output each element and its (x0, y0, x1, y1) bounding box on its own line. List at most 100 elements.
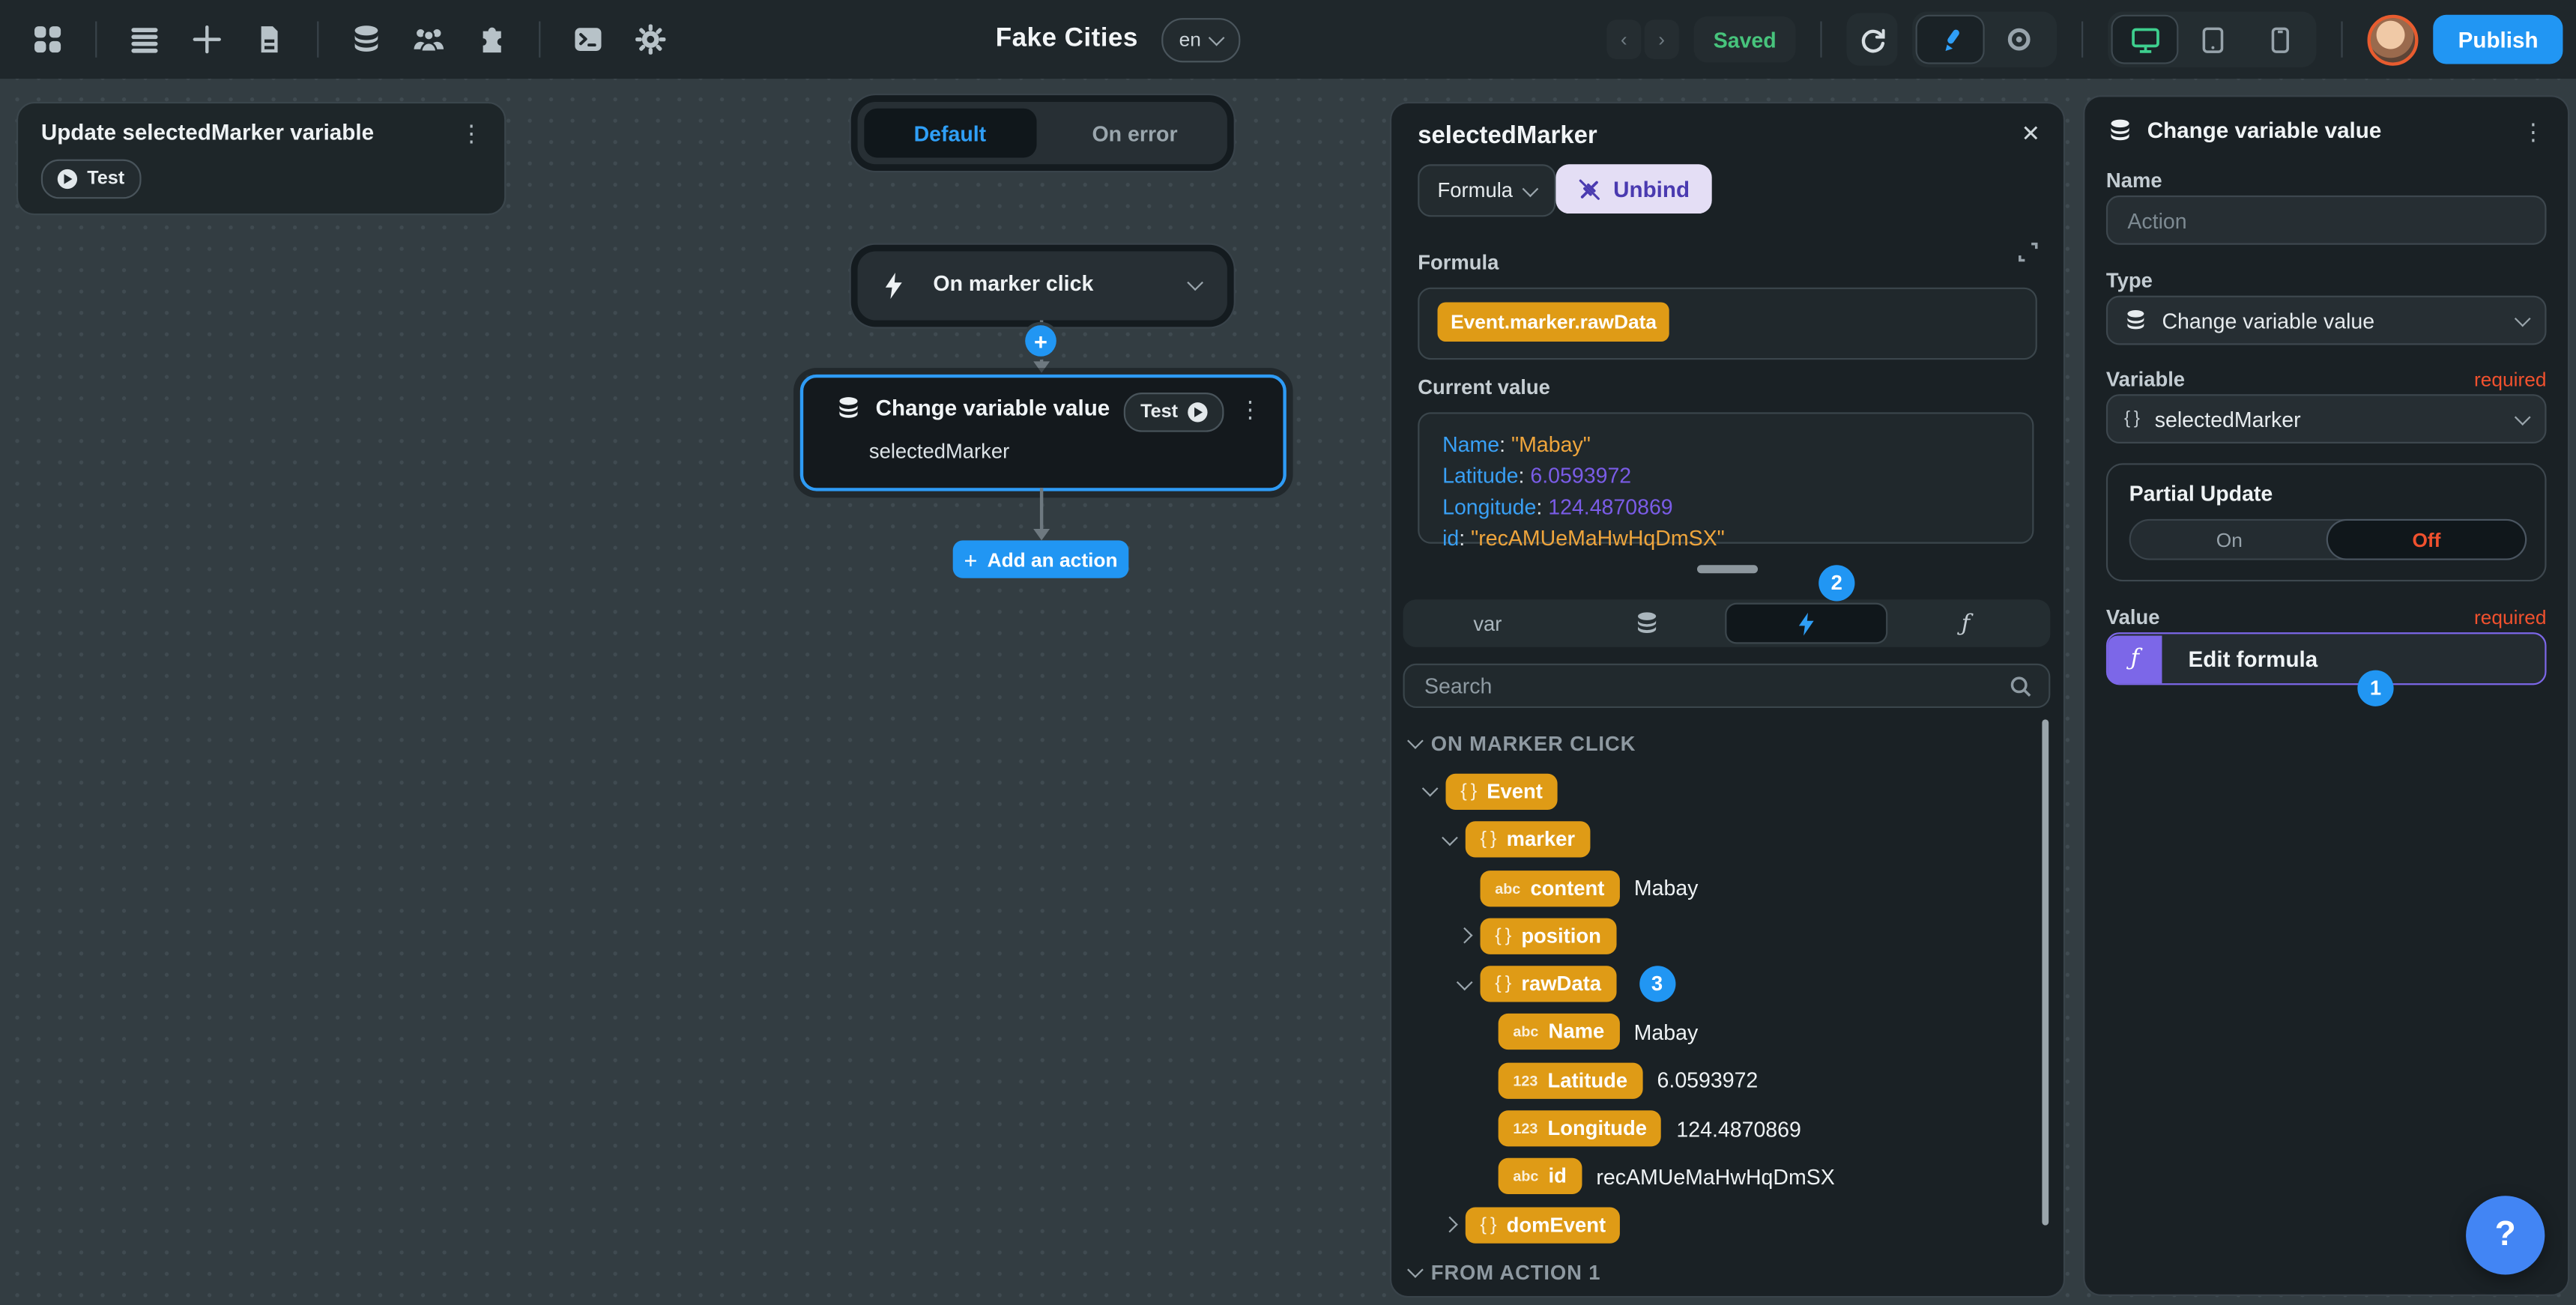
tree-node-chip[interactable]: { }Event (1445, 774, 1557, 810)
tab-events[interactable] (1726, 605, 1886, 642)
saved-status-button[interactable]: Saved (1693, 16, 1796, 62)
tree-section-label: FROM ACTION 1 (1431, 1262, 1601, 1285)
tab-variables[interactable]: var (1408, 605, 1567, 642)
page-icon[interactable] (245, 15, 294, 64)
layers-icon[interactable] (120, 15, 169, 64)
desktop-icon[interactable] (2113, 16, 2177, 62)
tree-item-row[interactable]: abcresultundefined (1391, 1297, 2063, 1298)
divider (2341, 22, 2343, 58)
test-button[interactable]: Test (41, 160, 141, 199)
tree-section-row[interactable]: ON MARKER CLICK (1391, 719, 2063, 767)
tree-section-row[interactable]: FROM ACTION 1 (1391, 1249, 2063, 1297)
locale-selector[interactable]: en (1161, 17, 1240, 61)
scrollbar[interactable] (2042, 719, 2048, 1225)
apps-icon[interactable] (23, 15, 73, 64)
chevron-right-icon[interactable] (1459, 930, 1481, 942)
partial-update-group: Partial Update On Off (2106, 463, 2547, 581)
chevron-down-icon[interactable] (1409, 1267, 1431, 1278)
binding-type-dropdown[interactable]: Formula (1418, 164, 1555, 217)
workflow-canvas[interactable]: Update selectedMarker variable ⋮ Test De… (0, 79, 2576, 1304)
plus-icon[interactable] (182, 15, 232, 64)
formula-label: Formula (1418, 251, 1499, 274)
tree-node-chip[interactable]: abccontent (1481, 870, 1620, 906)
tree-item-row[interactable]: abccontent Mabay (1391, 864, 2063, 912)
add-action-button[interactable]: + Add an action (953, 540, 1129, 578)
add-step-plus-button[interactable]: + (1025, 325, 1056, 357)
formula-token[interactable]: Event.marker.rawData (1438, 302, 1670, 342)
tree-item-row[interactable]: { } position (1391, 912, 2063, 960)
tree-item-row[interactable]: { }domEvent (1391, 1201, 2063, 1249)
tree-node-chip[interactable]: { } position (1481, 918, 1616, 954)
tree-item-row[interactable]: { }Event (1391, 768, 2063, 816)
tab-formulas[interactable]: ƒ (1886, 605, 2046, 642)
tab-on-error[interactable]: On error (1049, 109, 1221, 158)
mobile-icon[interactable] (2248, 16, 2312, 62)
help-button[interactable]: ? (2466, 1196, 2545, 1274)
tree-node-chip[interactable]: abcName (1499, 1014, 1619, 1050)
chevron-down-icon[interactable] (1459, 978, 1481, 990)
plugin-icon[interactable] (467, 15, 516, 64)
undo-back-button[interactable]: ‹ (1606, 19, 1641, 59)
toggle-on[interactable]: On (2131, 521, 2328, 558)
tree-node-chip[interactable]: 123Longitude (1499, 1110, 1662, 1146)
tree-node-chip[interactable]: abcid (1499, 1158, 1582, 1194)
tree-node-value: Mabay (1634, 876, 1699, 900)
close-icon[interactable]: ✕ (2021, 120, 2040, 148)
tree-node-chip[interactable]: { }rawData (1481, 966, 1616, 1002)
tree-item-row[interactable]: abcNameMabay (1391, 1008, 2063, 1056)
chevron-down-icon (1522, 180, 1538, 196)
preview-eye-icon[interactable] (1986, 16, 2052, 62)
chevron-down-icon[interactable] (1187, 274, 1203, 291)
tree-node-chip[interactable]: { }marker (1466, 822, 1590, 858)
unbind-button[interactable]: Unbind (1555, 164, 1711, 214)
expand-icon[interactable] (2018, 241, 2040, 263)
node-test-button[interactable]: Test (1124, 393, 1224, 432)
name-field[interactable] (2124, 206, 2528, 234)
tree-item-row[interactable]: { }marker (1391, 816, 2063, 864)
tree-item-row[interactable]: { }rawData3 (1391, 960, 2063, 1008)
tree-node-label: domEvent (1507, 1213, 1606, 1236)
workflow-card[interactable]: Update selectedMarker variable ⋮ Test (16, 102, 506, 215)
topbar-left-tools (0, 15, 675, 64)
gear-icon[interactable] (626, 15, 675, 64)
search-input[interactable] (1421, 672, 2010, 700)
name-label: Name (2106, 169, 2162, 193)
users-icon[interactable] (404, 15, 453, 64)
terminal-icon[interactable] (563, 15, 613, 64)
tree-item-row[interactable]: abcidrecAMUeMaHwHqDmSX (1391, 1152, 2063, 1200)
object-braces-icon: { } (1495, 926, 1511, 945)
avatar[interactable] (2368, 14, 2419, 65)
bolt-icon (1798, 612, 1815, 635)
chevron-right-icon[interactable] (1444, 1219, 1466, 1230)
chevron-down-icon[interactable] (1409, 738, 1431, 749)
tree-node-chip[interactable]: { }domEvent (1466, 1207, 1621, 1243)
edit-pen-icon[interactable] (1917, 16, 1983, 62)
tree-node-label: content (1530, 876, 1604, 900)
object-braces-icon: { } (2124, 409, 2140, 429)
edit-formula-button[interactable]: ƒ Edit formula (2106, 632, 2547, 685)
tablet-icon[interactable] (2180, 16, 2245, 62)
action-node-selected[interactable]: Change variable value Test ⋮ selectedMar… (800, 375, 1287, 491)
tab-default[interactable]: Default (864, 109, 1035, 158)
publish-button[interactable]: Publish (2434, 15, 2563, 64)
toggle-off[interactable]: Off (2328, 521, 2525, 558)
connector-arrow (1033, 361, 1050, 372)
kebab-menu-icon[interactable]: ⋮ (2522, 120, 2545, 143)
trigger-node[interactable]: On marker click (858, 251, 1227, 320)
kebab-menu-icon[interactable]: ⋮ (460, 121, 483, 145)
redo-forward-button[interactable]: › (1645, 19, 1679, 59)
resize-handle[interactable] (1697, 565, 1758, 573)
chevron-down-icon[interactable] (1444, 834, 1466, 845)
chevron-down-icon[interactable] (1424, 786, 1446, 797)
tree-node-label: position (1521, 924, 1601, 948)
tree-item-row[interactable]: 123Longitude124.4870869 (1391, 1104, 2063, 1152)
variable-select[interactable]: { } selectedMarker (2106, 394, 2547, 443)
type-select[interactable]: Change variable value (2106, 296, 2547, 345)
tree-item-row[interactable]: 123Latitude6.0593972 (1391, 1056, 2063, 1104)
kebab-menu-icon[interactable]: ⋮ (1239, 398, 1262, 421)
tab-data-icon[interactable] (1567, 605, 1727, 642)
tree-node-chip[interactable]: 123Latitude (1499, 1062, 1642, 1098)
formula-editor[interactable]: Event.marker.rawData (1418, 288, 2037, 360)
database-icon[interactable] (342, 15, 391, 64)
sync-icon[interactable] (1847, 13, 1898, 66)
